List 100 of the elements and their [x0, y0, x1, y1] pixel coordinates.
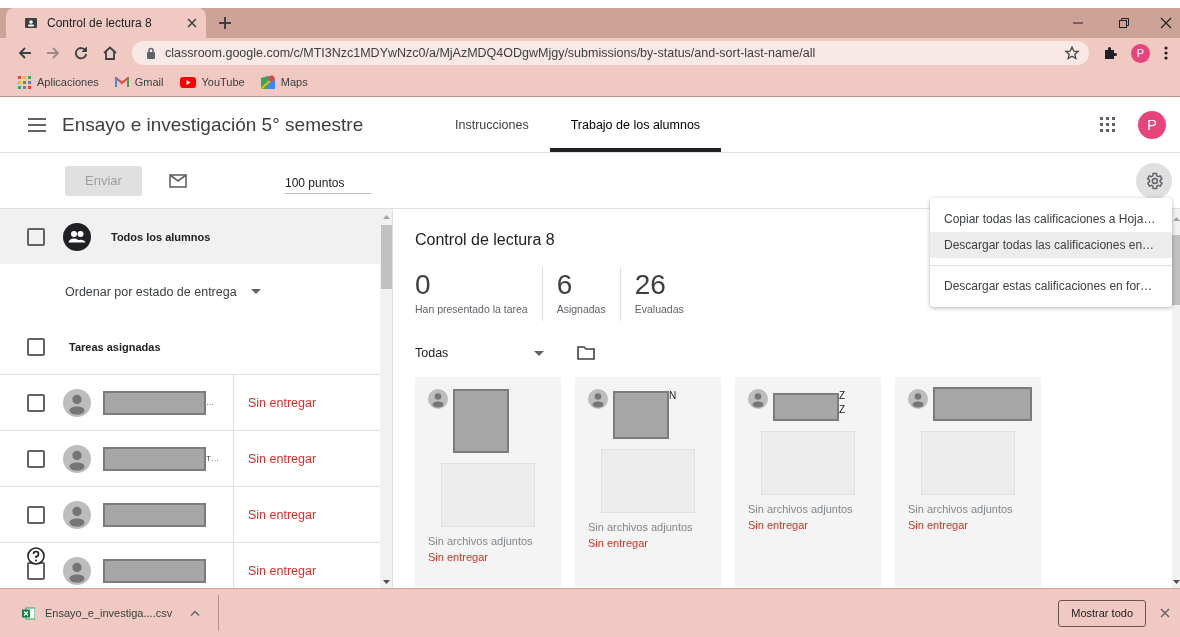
avatar-icon [908, 389, 928, 409]
assignment-title: Control de lectura 8 [415, 231, 555, 249]
redacted-name [613, 391, 669, 439]
menu-item[interactable]: Descargar estas calificaciones en for… [930, 273, 1172, 299]
status-text: Sin entregar [248, 563, 317, 578]
more-icon[interactable] [1164, 46, 1168, 60]
close-icon[interactable] [186, 17, 198, 29]
bookmark[interactable]: Gmail [114, 76, 164, 88]
apps-icon[interactable] [1100, 116, 1116, 133]
student-card[interactable]: Sin archivos adjuntos Sin entregar [895, 377, 1041, 587]
stat-number: 26 [634, 268, 667, 302]
settings-icon [1144, 170, 1164, 191]
status-text: Sin entregar [748, 519, 809, 531]
profile-avatar[interactable]: P [1131, 43, 1150, 63]
status-text: Sin entregar [428, 551, 489, 563]
checkbox[interactable] [27, 227, 45, 246]
avatar-icon [63, 388, 91, 417]
scroll-down-icon[interactable] [382, 580, 390, 584]
name-text: T… [206, 454, 219, 463]
redacted-name [773, 393, 839, 421]
attachment-text: Sin archivos adjuntos [748, 503, 854, 515]
sort-dropdown[interactable]: Ordenar por estado de entrega [65, 284, 261, 299]
lock-icon [146, 47, 156, 59]
dropdown-arrow-icon [534, 350, 544, 356]
stat-label: Han presentado la tarea [415, 303, 528, 315]
menu-item[interactable]: Descargar todas las calificaciones en… [930, 232, 1172, 258]
menu-item[interactable]: Copiar todas las calificaciones a Hoja… [930, 206, 1172, 232]
account-avatar[interactable]: P [1138, 110, 1166, 139]
dropdown-arrow-icon [250, 289, 261, 294]
status-text: Sin entregar [248, 395, 317, 410]
mail-icon[interactable] [169, 173, 187, 188]
spreadsheet-icon [22, 606, 35, 620]
tab-title: Control de lectura 8 [47, 16, 153, 30]
chevron-up-icon[interactable] [190, 610, 201, 616]
checkbox[interactable] [27, 505, 45, 524]
page-tab[interactable]: Trabajo de los alumnos [549, 97, 722, 152]
stat-number: 0 [415, 268, 432, 302]
new-tab-icon[interactable] [218, 16, 232, 30]
status-text: Sin entregar [248, 451, 317, 466]
avatar-icon [63, 444, 91, 473]
bookmark[interactable]: Maps [260, 75, 308, 89]
avatar-icon [63, 500, 91, 529]
group-icon [63, 222, 91, 251]
points-dropdown[interactable]: 100 puntos [285, 167, 371, 194]
avatar-icon [588, 389, 608, 409]
forward-icon [46, 46, 60, 60]
student-card[interactable]: Z Z Sin archivos adjuntos Sin entregar [735, 377, 881, 587]
status-text: Sin entregar [588, 537, 649, 549]
folder-icon[interactable] [577, 346, 595, 360]
all-students-label: Todos los alumnos [111, 230, 211, 243]
avatar-icon [748, 389, 768, 409]
stat-label: Asignadas [556, 303, 606, 315]
close-icon[interactable] [1160, 17, 1172, 29]
status-text: Sin entregar [248, 507, 317, 522]
url-text: classroom.google.com/c/MTI3Nzc1MDYwNzc0/a/MjAzMDQ4ODgwMjgy/submissions/by-status/and-sort-last-name/all [165, 46, 816, 60]
checkbox[interactable] [27, 393, 45, 412]
name-text: N [669, 389, 677, 403]
page-tab[interactable]: Instrucciones [434, 97, 550, 152]
send-button: Enviar [65, 165, 142, 196]
filter-dropdown[interactable]: Todas [415, 346, 544, 360]
name-text: Z Z [839, 389, 846, 417]
student-card[interactable]: N Sin archivos adjuntos Sin entregar [575, 377, 721, 587]
youtube-icon [179, 76, 196, 88]
student-card[interactable]: Sin archivos adjuntos Sin entregar [415, 377, 561, 587]
classroom-icon [24, 16, 38, 30]
maps-icon [260, 75, 275, 89]
attachment-text: Sin archivos adjuntos [588, 521, 694, 533]
back-icon[interactable] [18, 46, 32, 60]
address-bar[interactable]: classroom.google.com/c/MTI3Nzc1MDYwNzc0/a/MjAzMDQ4ODgwMjgy/submissions/by-status/and-sort-last-name/all [132, 41, 1089, 65]
browser-tab[interactable]: Control de lectura 8 [6, 8, 206, 38]
reload-icon[interactable] [74, 46, 88, 60]
checkbox[interactable] [27, 337, 45, 356]
attachment-text: Sin archivos adjuntos [428, 535, 534, 547]
group-label: Tareas asignadas [69, 340, 161, 353]
close-icon[interactable] [1160, 608, 1170, 618]
extensions-icon[interactable] [1103, 46, 1117, 60]
scrollbar-thumb[interactable] [380, 225, 392, 289]
download-item[interactable]: Ensayo_e_investiga....csv [22, 595, 220, 631]
apps-icon [18, 75, 31, 89]
restore-icon[interactable] [1118, 17, 1130, 29]
status-text: Sin entregar [908, 519, 969, 531]
show-all-button[interactable]: Mostrar todo [1058, 599, 1146, 627]
avatar-icon [63, 556, 91, 585]
attachment-text: Sin archivos adjuntos [908, 503, 1014, 515]
redacted-name [453, 389, 509, 453]
star-icon[interactable] [1065, 46, 1079, 60]
avatar-icon [428, 389, 448, 409]
help-icon[interactable] [27, 547, 45, 565]
bookmark[interactable]: YouTube [179, 76, 245, 88]
name-text: … [206, 398, 214, 407]
menu-icon[interactable] [28, 117, 46, 132]
scrollbar-thumb[interactable] [1172, 235, 1180, 305]
stat-label: Evaluadas [634, 303, 684, 315]
scroll-down-icon[interactable] [1172, 580, 1180, 584]
course-title: Ensayo e investigación 5° semestre [62, 113, 365, 136]
settings-button[interactable] [1136, 162, 1172, 199]
stat-number: 6 [556, 268, 574, 302]
checkbox[interactable] [27, 449, 45, 468]
bookmark[interactable]: Aplicaciones [18, 75, 99, 89]
home-icon[interactable] [102, 45, 118, 61]
